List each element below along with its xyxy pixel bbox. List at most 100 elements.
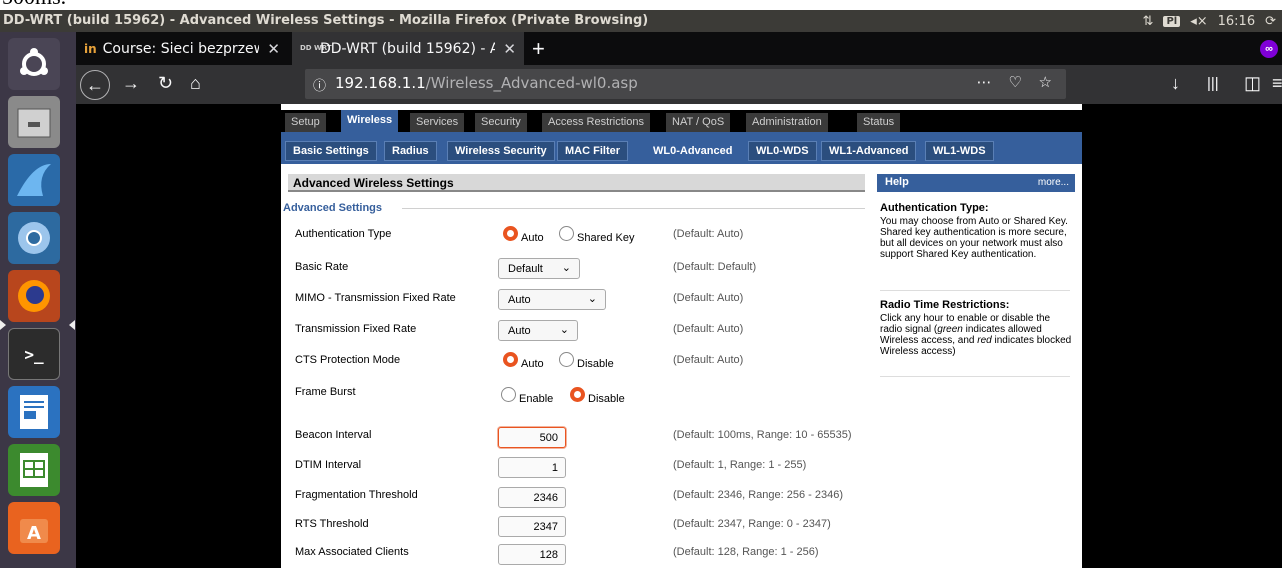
radio-label: Auto <box>521 357 544 370</box>
tab-course[interactable]: in Course: Sieci bezprzewo ✕ <box>76 32 288 65</box>
radio-off-icon <box>559 226 574 241</box>
cts-auto-radio[interactable]: Auto <box>503 352 544 370</box>
firefox-icon[interactable] <box>8 270 60 322</box>
wireshark-icon[interactable] <box>8 154 60 206</box>
tab-security[interactable]: Security <box>475 113 527 132</box>
url-bar[interactable]: ⓘ 192.168.1.1/Wireless_Advanced-wl0.asp … <box>305 69 1066 99</box>
url-text[interactable]: 192.168.1.1/Wireless_Advanced-wl0.asp <box>335 74 638 92</box>
terminal-icon[interactable]: >_ <box>8 328 60 380</box>
tab-status[interactable]: Status <box>857 113 901 132</box>
default-hint: (Default: 1, Range: 1 - 255) <box>673 459 807 471</box>
new-tab-icon[interactable]: + <box>532 36 545 62</box>
subtab-wl1-advanced[interactable]: WL1-Advanced <box>821 141 917 161</box>
setting-label: Authentication Type <box>295 228 392 240</box>
default-hint: (Default: 2347, Range: 0 - 2347) <box>673 518 831 530</box>
auth-shared-key-radio[interactable]: Shared Key <box>559 226 635 244</box>
bookmark-star-icon[interactable]: ☆ <box>1039 73 1058 91</box>
subtab-wireless-security[interactable]: Wireless Security <box>447 141 555 161</box>
close-icon[interactable]: ✕ <box>267 40 280 58</box>
subtab-wl0-advanced[interactable]: WL0-Advanced <box>645 141 741 161</box>
tab-ddwrt[interactable]: DD WRT DD-WRT (build 15962) - A ✕ <box>292 32 524 65</box>
tab-nat-qos[interactable]: NAT / QoS <box>666 113 731 132</box>
reload-icon[interactable]: ↻ <box>158 73 173 94</box>
subtab-mac-filter[interactable]: MAC Filter <box>557 141 628 161</box>
settings-icon[interactable]: ⟳ <box>1265 14 1276 29</box>
setting-row-frame-burst: Frame Burst Enable Disable <box>281 381 871 407</box>
radio-on-icon <box>503 226 518 241</box>
cutoff-label: 500ms. <box>2 0 66 10</box>
launcher-active-indicator <box>69 320 75 330</box>
rts-threshold-input[interactable]: 2347 <box>498 516 566 537</box>
chevron-down-icon: ⌄ <box>587 293 597 305</box>
back-icon[interactable]: ← <box>80 70 110 100</box>
ubuntu-logo-icon[interactable] <box>8 38 60 90</box>
mimo-rate-select[interactable]: Auto ⌄ <box>498 289 606 310</box>
cts-disable-radio[interactable]: Disable <box>559 352 614 370</box>
downloads-icon[interactable]: ↓ <box>1171 73 1180 94</box>
forward-icon[interactable]: → <box>122 73 140 94</box>
beacon-interval-input[interactable]: 500 <box>498 427 566 448</box>
frame-burst-enable-radio[interactable]: Enable <box>501 387 554 405</box>
volume-icon[interactable]: ◂× <box>1190 14 1207 29</box>
calc-icon[interactable] <box>8 444 60 496</box>
help-more-link[interactable]: more... <box>1038 177 1069 188</box>
page-actions-icon[interactable]: ⋯ <box>977 73 998 91</box>
tab-setup[interactable]: Setup <box>285 113 326 132</box>
default-hint: (Default: Auto) <box>673 228 744 240</box>
setting-row-auth: Authentication Type Auto Shared Key (Def… <box>281 223 871 249</box>
tab-access-restrictions[interactable]: Access Restrictions <box>542 113 650 132</box>
radio-label: Enable <box>519 392 554 405</box>
default-hint: (Default: Default) <box>673 261 757 273</box>
main-nav: Setup Wireless Services Security Access … <box>281 110 1082 132</box>
radio-label: Shared Key <box>577 231 635 244</box>
pocket-icon[interactable]: ♡ <box>1008 73 1027 91</box>
frame-burst-disable-radio[interactable]: Disable <box>570 387 625 405</box>
setting-label: Frame Burst <box>295 386 356 398</box>
select-value: Auto <box>508 325 531 337</box>
radio-on-icon <box>503 352 518 367</box>
setting-label: CTS Protection Mode <box>295 354 401 366</box>
software-center-icon[interactable]: A <box>8 502 60 554</box>
setting-row-dtim: DTIM Interval 1 (Default: 1, Range: 1 - … <box>281 454 871 480</box>
close-icon[interactable]: ✕ <box>503 40 516 58</box>
tab-favicon: in <box>84 41 97 56</box>
section-title: Advanced Wireless Settings <box>288 174 865 192</box>
writer-icon[interactable] <box>8 386 60 438</box>
fieldset-legend: Advanced Settings <box>283 202 383 214</box>
subtab-radius[interactable]: Radius <box>384 141 437 161</box>
select-value: Auto <box>508 294 531 306</box>
basic-rate-select[interactable]: Default ⌄ <box>498 258 580 279</box>
home-icon[interactable]: ⌂ <box>190 73 201 94</box>
page-actions: ⋯ ♡ ☆ <box>977 73 1058 91</box>
files-icon[interactable] <box>8 96 60 148</box>
clock[interactable]: 16:16 <box>1218 14 1255 29</box>
network-icon[interactable]: ⇅ <box>1143 14 1154 29</box>
setting-label: Basic Rate <box>295 261 349 273</box>
help-auth-text: You may choose from Auto or Shared Key. … <box>880 216 1068 260</box>
library-icon[interactable]: ||| <box>1207 75 1219 92</box>
dtim-interval-input[interactable]: 1 <box>498 457 566 478</box>
radio-off-icon <box>501 387 516 402</box>
subtab-basic-settings[interactable]: Basic Settings <box>285 141 377 161</box>
auth-auto-radio[interactable]: Auto <box>503 226 544 244</box>
radio-off-icon <box>559 352 574 367</box>
fragmentation-threshold-input[interactable]: 2346 <box>498 487 566 508</box>
setting-row-cts: CTS Protection Mode Auto Disable (Defaul… <box>281 349 871 375</box>
keyboard-layout[interactable]: Pl <box>1163 15 1181 27</box>
help-radio-title: Radio Time Restrictions: <box>880 299 1010 311</box>
setting-row-tx-rate: Transmission Fixed Rate Auto ⌄ (Default: … <box>281 318 871 344</box>
max-clients-input[interactable]: 128 <box>498 544 566 565</box>
sidebar-icon[interactable]: ◫ <box>1244 73 1261 94</box>
private-browsing-icon: ∞ <box>1260 40 1278 58</box>
tab-favicon: DD WRT <box>300 44 332 52</box>
tab-administration[interactable]: Administration <box>746 113 828 132</box>
menu-icon[interactable]: ≡ <box>1272 73 1282 94</box>
chromium-icon[interactable] <box>8 212 60 264</box>
setting-label: RTS Threshold <box>295 518 369 530</box>
tx-rate-select[interactable]: Auto ⌄ <box>498 320 578 341</box>
info-icon[interactable]: ⓘ <box>313 75 326 94</box>
tab-wireless[interactable]: Wireless <box>341 110 399 132</box>
tab-services[interactable]: Services <box>410 113 465 132</box>
subtab-wl0-wds[interactable]: WL0-WDS <box>748 141 817 161</box>
subtab-wl1-wds[interactable]: WL1-WDS <box>925 141 994 161</box>
